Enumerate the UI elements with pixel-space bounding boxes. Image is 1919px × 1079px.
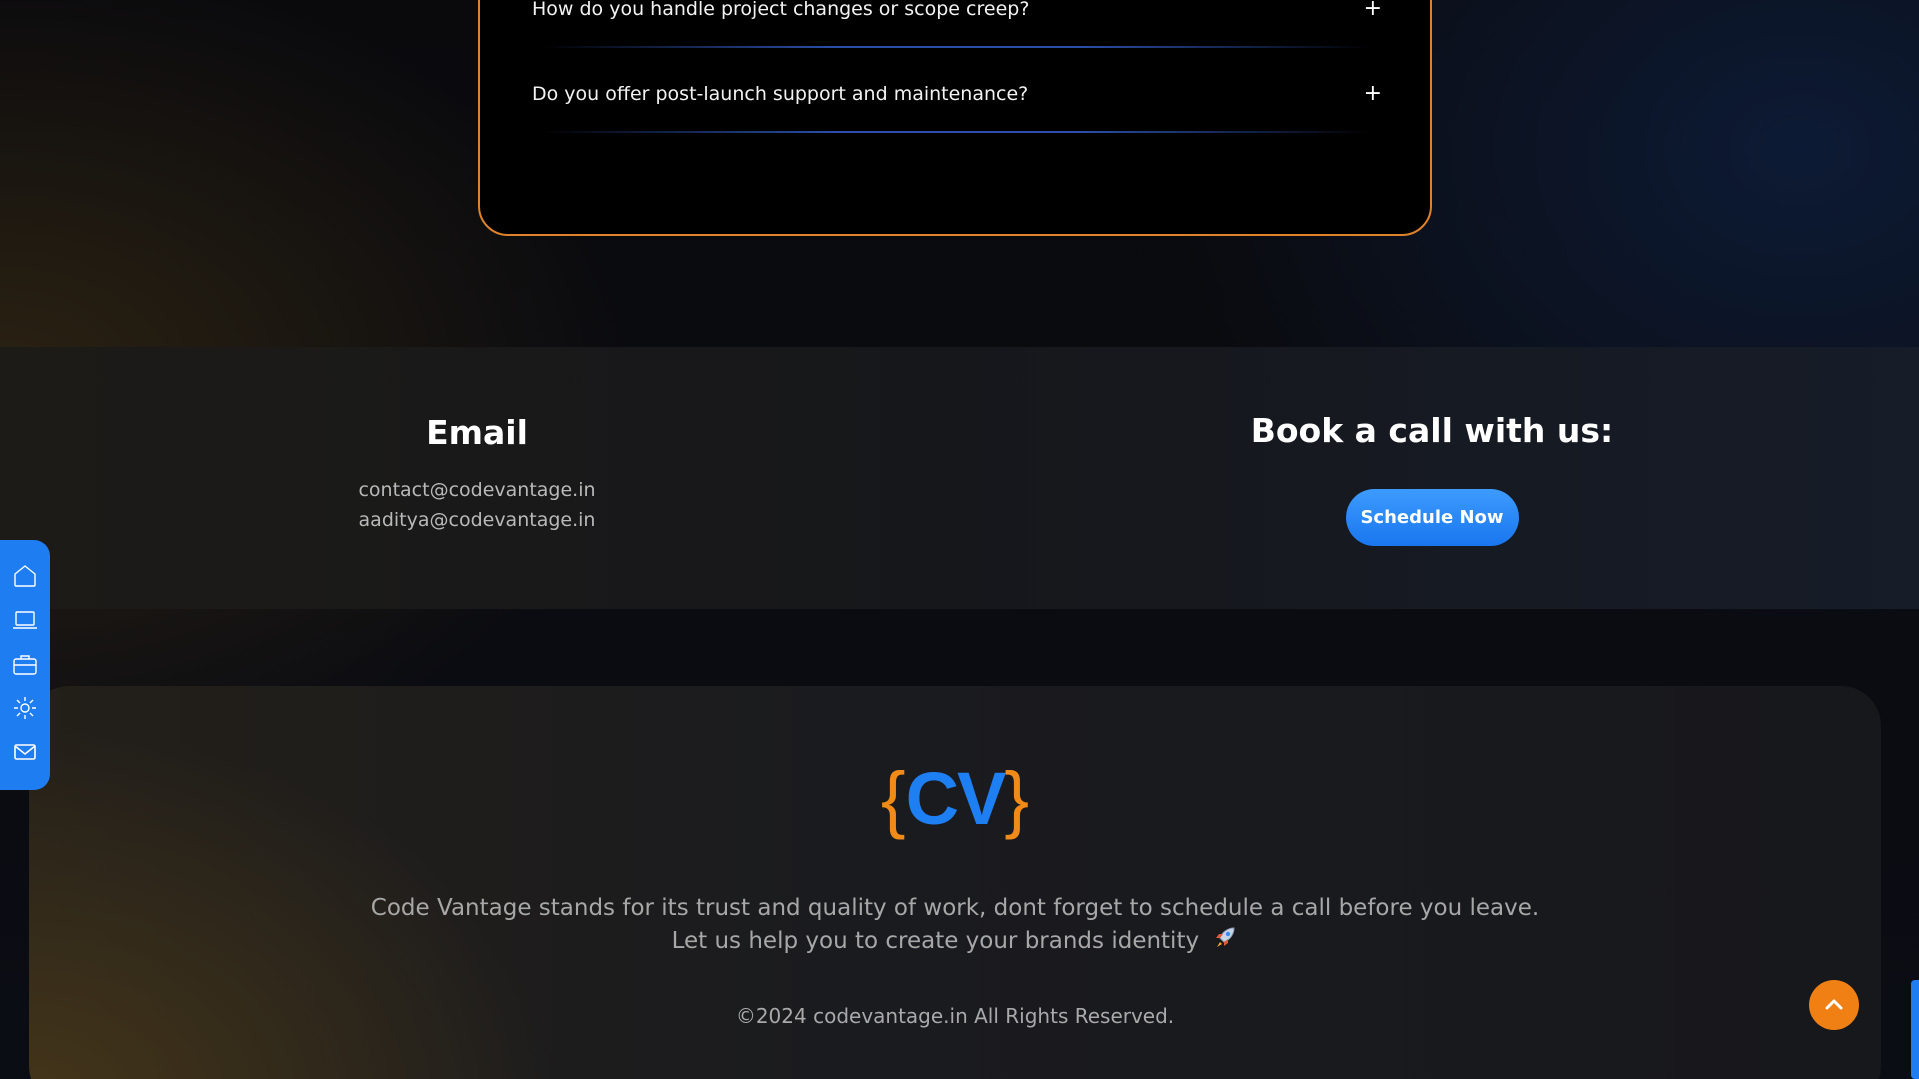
laptop-icon[interactable] [12,607,38,633]
faq-question: Do you offer post-launch support and mai… [532,83,1029,105]
book-call-block: Book a call with us: Schedule Now [1232,347,1632,546]
footer: {CV} Code Vantage stands for its trust a… [29,686,1881,1079]
faq-question: How do you handle project changes or sco… [532,0,1030,20]
contact-section: Email contact@codevantage.in aaditya@cod… [0,347,1919,609]
side-nav [0,540,50,790]
logo-right-brace: } [1004,757,1030,840]
faq-item[interactable]: Do you offer post-launch support and mai… [532,81,1382,141]
schedule-now-button[interactable]: Schedule Now [1345,489,1519,546]
email-heading: Email [426,413,528,452]
briefcase-icon[interactable] [12,651,38,677]
rocket-icon [1212,924,1238,959]
email-block: Email contact@codevantage.in aaditya@cod… [277,347,677,535]
scrollbar-thumb[interactable] [1911,980,1919,1079]
page: How do you handle project changes or sco… [0,0,1919,1079]
back-to-top-button[interactable] [1809,980,1859,1030]
tagline-line-1: Code Vantage stands for its trust and qu… [370,895,1540,921]
faq-item[interactable]: How do you handle project changes or sco… [532,0,1382,56]
tagline-line-2: Let us help you to create your brands id… [671,928,1200,954]
email-list: contact@codevantage.in aaditya@codevanta… [277,475,677,535]
plus-icon[interactable]: + [1364,0,1382,22]
book-call-heading: Book a call with us: [1250,411,1614,450]
email-link-contact[interactable]: contact@codevantage.in [277,475,677,505]
email-link-aaditya[interactable]: aaditya@codevantage.in [277,505,677,535]
faq-divider [542,131,1372,133]
faq-divider [542,46,1372,48]
gear-icon[interactable] [12,695,38,721]
mail-icon[interactable] [12,739,38,765]
home-icon[interactable] [12,563,38,589]
logo: {CV} [29,754,1881,844]
chevron-up-icon [1825,999,1843,1010]
footer-tagline: Code Vantage stands for its trust and qu… [29,892,1881,959]
logo-letters: CV [905,757,1007,840]
copyright: ©2024 codevantage.in All Rights Reserved… [735,1004,1175,1028]
faq-card: How do you handle project changes or sco… [478,0,1432,236]
logo-left-brace: { [880,757,906,840]
plus-icon[interactable]: + [1364,81,1382,107]
tagline-line-2-wrap: Let us help you to create your brands id… [29,924,1881,959]
scrollbar-track[interactable] [1909,0,1919,1079]
